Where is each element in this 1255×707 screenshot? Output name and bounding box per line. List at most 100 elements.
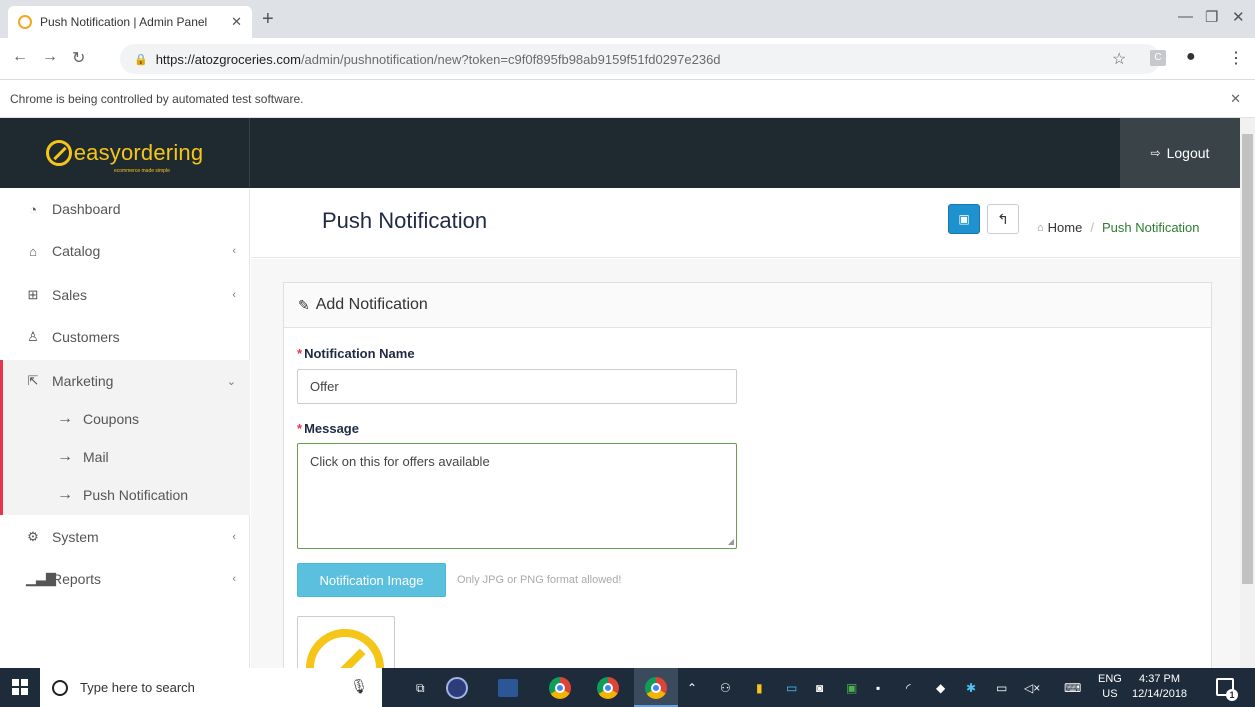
task-view-icon[interactable]: ⧉ xyxy=(416,681,425,696)
app-header: easyordering ecommerce made simple ⇨ Log… xyxy=(0,118,1240,188)
dashboard-icon: ◔ xyxy=(29,201,37,217)
message-textarea[interactable]: Click on this for offers available ◢ xyxy=(297,443,737,549)
page-scrollbar[interactable] xyxy=(1240,118,1255,668)
logo-mark-icon xyxy=(45,140,72,166)
tray-app-icon[interactable]: ▣ xyxy=(846,681,857,695)
shield-icon[interactable]: ◆ xyxy=(936,681,945,695)
bluetooth-icon[interactable]: ✱ xyxy=(966,681,976,695)
tray-app-icon[interactable]: ▮ xyxy=(756,681,763,695)
restore-icon[interactable]: ❐ xyxy=(1205,8,1218,26)
battery-icon[interactable]: ▭ xyxy=(996,681,1007,695)
notification-image-label: Notification Image xyxy=(319,572,424,588)
taskbar-search-placeholder: Type here to search xyxy=(80,680,195,695)
sidebar-item-dashboard[interactable]: ◔ Dashboard xyxy=(0,188,250,230)
logout-label: Logout xyxy=(1166,145,1210,161)
menu-dots-icon[interactable]: ⋮ xyxy=(1228,48,1244,68)
tray-expand-icon[interactable]: ⌃ xyxy=(687,681,697,695)
home-icon: ⌂ xyxy=(1037,221,1044,234)
back-icon[interactable]: ← xyxy=(12,48,28,66)
sidebar-item-label: Dashboard xyxy=(52,201,121,217)
reply-icon: ↰ xyxy=(997,210,1009,227)
message-label: * Message xyxy=(297,421,359,436)
lock-icon: 🔒 xyxy=(134,53,148,66)
region-code: US xyxy=(1102,688,1118,700)
chrome-icon[interactable] xyxy=(549,677,571,699)
back-button[interactable]: ↰ xyxy=(987,204,1019,234)
language-indicator[interactable]: ENG US xyxy=(1098,672,1122,702)
forward-icon[interactable]: → xyxy=(42,48,58,66)
new-tab-button[interactable]: + xyxy=(262,9,274,29)
notification-image-button[interactable]: Notification Image xyxy=(297,563,446,597)
required-marker: * xyxy=(297,346,303,361)
logout-button[interactable]: ⇨ Logout xyxy=(1120,118,1240,188)
windows-taskbar: Type here to search 🎙 ⧉ ⌃ ⚇ ▮ ▭ ◙ ▣ ▪ ◜ … xyxy=(0,668,1255,707)
browser-tab-strip: Push Notification | Admin Panel ✕ + — ❐ … xyxy=(0,0,1255,38)
save-button[interactable]: ▣ xyxy=(948,204,980,234)
sidebar-subitem-mail[interactable]: → Mail xyxy=(57,448,109,466)
logo-tagline: ecommerce made simple xyxy=(114,168,170,174)
breadcrumb-separator: / xyxy=(1090,220,1094,235)
windows-start-icon[interactable] xyxy=(12,679,28,695)
volume-icon[interactable]: ◁× xyxy=(1024,681,1040,695)
sidebar-item-customers[interactable]: ♙ Customers xyxy=(0,316,250,358)
marketing-submenu: → Coupons → Mail → Push Notification xyxy=(0,402,250,515)
chevron-left-icon: ‹ xyxy=(232,289,236,301)
wifi-icon[interactable]: ◜ xyxy=(906,681,911,695)
sidebar-item-label: Catalog xyxy=(52,243,101,259)
page-title: Push Notification xyxy=(322,208,488,233)
profile-icon[interactable]: ● xyxy=(1186,48,1196,66)
required-marker: * xyxy=(297,421,303,436)
tray-app-icon[interactable]: ◙ xyxy=(816,681,823,695)
logo[interactable]: easyordering ecommerce made simple xyxy=(0,118,250,188)
infobar-close-icon[interactable]: ✕ xyxy=(1230,91,1241,107)
tray-app-icon[interactable]: ▭ xyxy=(786,681,797,695)
clock-date: 12/14/2018 xyxy=(1132,688,1188,700)
reload-icon[interactable]: ↻ xyxy=(72,48,85,68)
chrome-icon[interactable] xyxy=(597,677,619,699)
sidebar-subitem-label: Mail xyxy=(83,449,109,465)
gear-icon: ⚙ xyxy=(27,529,39,544)
sidebar-item-reports[interactable]: ▁▃▇ Reports ‹ xyxy=(0,558,250,600)
sidebar-item-catalog[interactable]: ⌂ Catalog ‹ xyxy=(0,230,250,272)
url-field[interactable]: 🔒 https://atozgroceries.com/admin/pushno… xyxy=(120,44,1160,74)
sidebar-subitem-coupons[interactable]: → Coupons xyxy=(57,410,139,428)
taskbar-search[interactable]: Type here to search 🎙 xyxy=(40,668,382,707)
minimize-icon[interactable]: — xyxy=(1178,8,1193,25)
sidebar-item-system[interactable]: ⚙ System ‹ xyxy=(0,516,250,558)
close-tab-icon[interactable]: ✕ xyxy=(231,14,242,30)
sidebar-item-sales[interactable]: ⊞ Sales ‹ xyxy=(0,274,250,316)
sidebar-item-label: Marketing xyxy=(52,373,114,389)
notification-count-badge: 1 xyxy=(1226,689,1238,701)
automation-notice: Chrome is being controlled by automated … xyxy=(10,91,304,106)
pencil-icon: ✎ xyxy=(298,296,310,313)
sidebar-item-marketing[interactable]: ⇱ Marketing ⌄ xyxy=(0,360,250,402)
clock-time: 4:37 PM xyxy=(1139,673,1181,685)
sidebar-item-label: Reports xyxy=(52,571,102,587)
tag-icon: ⌂ xyxy=(29,243,37,259)
breadcrumb-current[interactable]: Push Notification xyxy=(1102,220,1200,235)
image-preview xyxy=(297,616,395,676)
browser-tab[interactable]: Push Notification | Admin Panel ✕ xyxy=(8,6,252,38)
share-icon: ⇱ xyxy=(27,373,39,388)
logo-text: easyordering xyxy=(73,140,204,165)
extension-icon[interactable]: C xyxy=(1150,50,1166,66)
scrollbar-thumb[interactable] xyxy=(1242,134,1253,584)
message-label-text: Message xyxy=(304,421,359,436)
tray-app-icon[interactable]: ▪ xyxy=(876,681,880,695)
notification-name-input[interactable]: Offer xyxy=(297,369,737,404)
word-icon[interactable] xyxy=(498,679,518,697)
sidebar-subitem-push-notification[interactable]: → Push Notification xyxy=(57,486,188,504)
microphone-icon[interactable]: 🎙 xyxy=(350,678,368,695)
chrome-icon[interactable] xyxy=(645,677,667,699)
eclipse-icon[interactable] xyxy=(446,677,468,699)
arrow-right-icon: → xyxy=(57,486,73,503)
breadcrumb: ⌂ Home / Push Notification xyxy=(1037,220,1200,235)
keyboard-icon[interactable]: ⌨ xyxy=(1064,681,1081,695)
people-icon[interactable]: ⚇ xyxy=(720,681,731,695)
clock[interactable]: 4:37 PM 12/14/2018 xyxy=(1132,672,1187,702)
bookmark-star-icon[interactable]: ☆ xyxy=(1112,49,1126,69)
breadcrumb-home[interactable]: Home xyxy=(1048,220,1083,235)
resize-grip-icon[interactable]: ◢ xyxy=(728,537,734,546)
automation-infobar: Chrome is being controlled by automated … xyxy=(0,80,1255,118)
window-close-icon[interactable]: ✕ xyxy=(1232,8,1245,26)
